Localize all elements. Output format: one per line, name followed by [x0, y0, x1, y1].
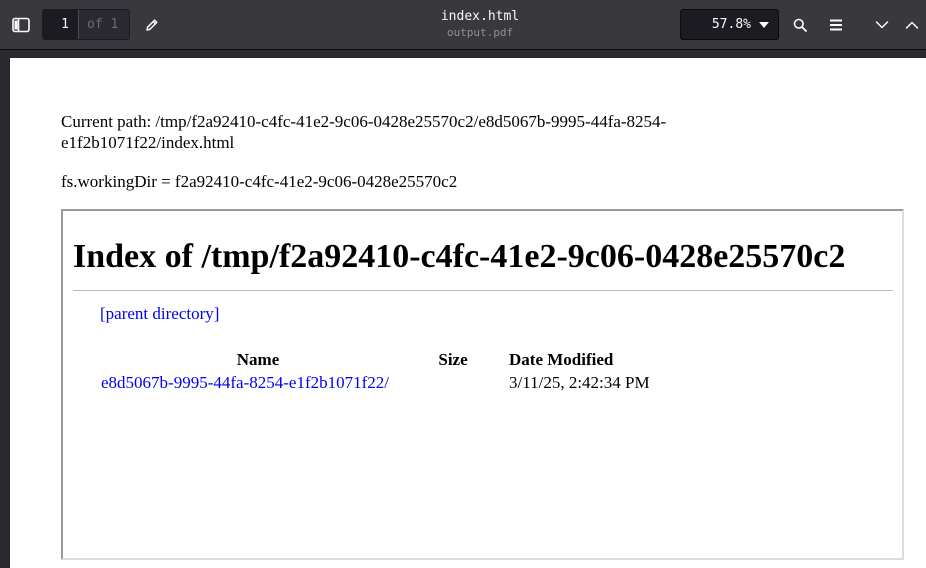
current-path-text: Current path: /tmp/f2a92410-c4fc-41e2-9c… [61, 112, 667, 152]
directory-listing-frame: Index of /tmp/f2a92410-c4fc-41e2-9c06-04… [61, 209, 904, 560]
caret-down-icon [759, 21, 769, 28]
annotate-button[interactable] [138, 11, 166, 39]
page-count-label: of 1 [79, 10, 129, 39]
table-row: e8d5067b-9995-44fa-8254-e1f2b1071f22/ 3/… [99, 371, 652, 394]
next-match-button[interactable] [868, 11, 896, 39]
page-number-input[interactable] [43, 10, 79, 39]
pdf-page: Current path: /tmp/f2a92410-c4fc-41e2-9c… [10, 58, 926, 568]
table-header-row: Name Size Date Modified [99, 348, 652, 371]
pdf-toolbar: of 1 index.html output.pdf 57.8% [0, 0, 926, 50]
column-header-name: Name [236, 350, 280, 369]
page-text-block: Current path: /tmp/f2a92410-c4fc-41e2-9c… [61, 111, 926, 192]
pen-icon [146, 19, 158, 31]
sidebar-toggle-button[interactable] [7, 11, 35, 39]
heading-divider [73, 290, 893, 291]
row-date-cell: 3/11/25, 2:42:34 PM [509, 373, 650, 392]
row-size-cell [417, 371, 489, 394]
index-heading: Index of /tmp/f2a92410-c4fc-41e2-9c06-04… [73, 238, 846, 275]
working-dir-text: fs.workingDir = f2a92410-c4fc-41e2-9c06-… [61, 172, 458, 191]
tools-menu-button[interactable] [822, 11, 850, 39]
zoom-select[interactable]: 57.8% [680, 9, 779, 40]
chevron-up-icon [905, 21, 919, 29]
row-name-cell: e8d5067b-9995-44fa-8254-e1f2b1071f22/ [99, 371, 417, 394]
page-navigator: of 1 [42, 9, 130, 40]
previous-match-button[interactable] [898, 11, 926, 39]
column-header-date: Date Modified [509, 350, 614, 369]
find-button[interactable] [786, 11, 814, 39]
directory-entry-link[interactable]: e8d5067b-9995-44fa-8254-e1f2b1071f22/ [101, 373, 389, 392]
column-header-size: Size [438, 350, 468, 369]
parent-directory-link[interactable]: [parent directory] [100, 303, 219, 324]
search-icon [793, 18, 807, 32]
document-title-area: index.html output.pdf [380, 8, 580, 40]
document-title: index.html [440, 9, 520, 24]
zoom-value: 57.8% [711, 17, 751, 32]
sidebar-toggle-icon [12, 17, 30, 33]
hamburger-menu-icon [830, 19, 842, 31]
chevron-down-icon [875, 21, 889, 29]
file-listing-table: Name Size Date Modified e8d5067b-9995-44… [99, 348, 652, 394]
document-viewport[interactable]: Current path: /tmp/f2a92410-c4fc-41e2-9c… [0, 51, 926, 568]
document-filename: output.pdf [446, 26, 514, 39]
